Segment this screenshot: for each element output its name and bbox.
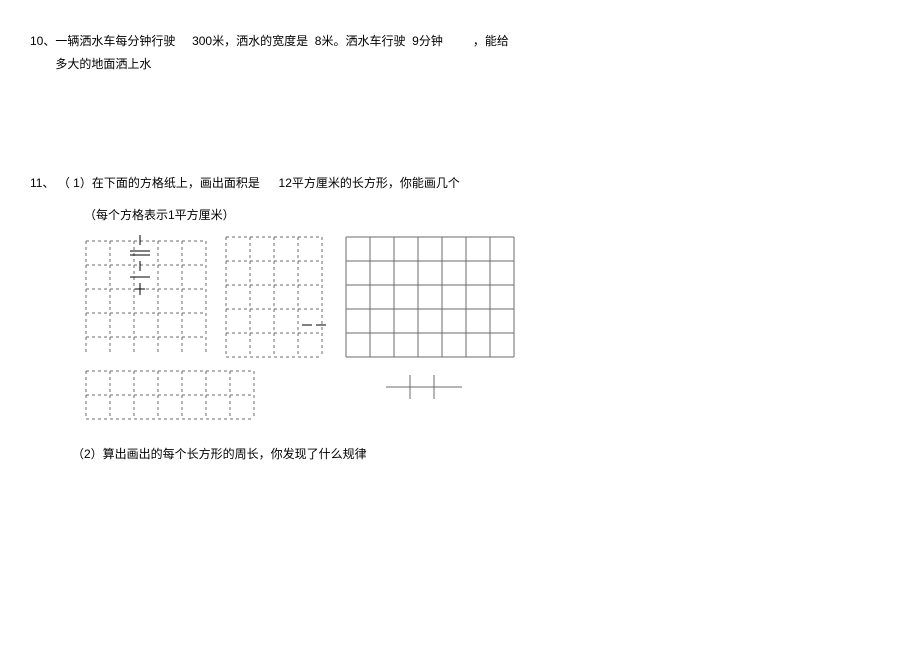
grid-marks-gap [298, 315, 338, 335]
q10-seg-b: 300米，洒水的宽度是 [192, 34, 308, 48]
grid-area [84, 235, 584, 427]
grid-d [84, 369, 256, 421]
question-10: 10、 一辆洒水车每分钟行驶 300米，洒水的宽度是 8米。洒水车行驶 9分钟 … [30, 30, 890, 76]
grid-a [84, 235, 208, 359]
grid-b [224, 235, 324, 359]
q10-seg-d: 9分钟 [412, 34, 443, 48]
q11-part1-value: 12平方厘米的长方形，你能画几个 [279, 176, 460, 190]
question-10-line1: 一辆洒水车每分钟行驶 300米，洒水的宽度是 8米。洒水车行驶 9分钟 ，能给 [55, 30, 890, 53]
worksheet-page: 10、 一辆洒水车每分钟行驶 300米，洒水的宽度是 8米。洒水车行驶 9分钟 … [0, 0, 920, 466]
q10-seg-c: 8米。洒水车行驶 [315, 34, 406, 48]
grid-cross-right [384, 373, 464, 403]
q10-seg-a: 一辆洒水车每分钟行驶 [55, 34, 175, 48]
question-11-subnote: （每个方格表示1平方厘米） [84, 204, 890, 227]
question-10-number: 10、 [30, 30, 55, 53]
question-11-number: 11、 [30, 176, 54, 190]
question-11: 11、 （ 1）在下面的方格纸上，画出面积是 12平方厘米的长方形，你能画几个 … [30, 172, 890, 466]
grid-c [344, 235, 516, 359]
question-10-body: 一辆洒水车每分钟行驶 300米，洒水的宽度是 8米。洒水车行驶 9分钟 ，能给 … [55, 30, 890, 76]
question-11-line1: 11、 （ 1）在下面的方格纸上，画出面积是 12平方厘米的长方形，你能画几个 [30, 172, 890, 195]
question-10-line2: 多大的地面洒上水 [55, 53, 890, 76]
q11-part1-prefix: （ 1）在下面的方格纸上，画出面积是 [58, 176, 260, 190]
q10-seg-e: ，能给 [473, 34, 509, 48]
question-11-part2: （2）算出画出的每个长方形的周长，你发现了什么规律 [72, 443, 890, 466]
